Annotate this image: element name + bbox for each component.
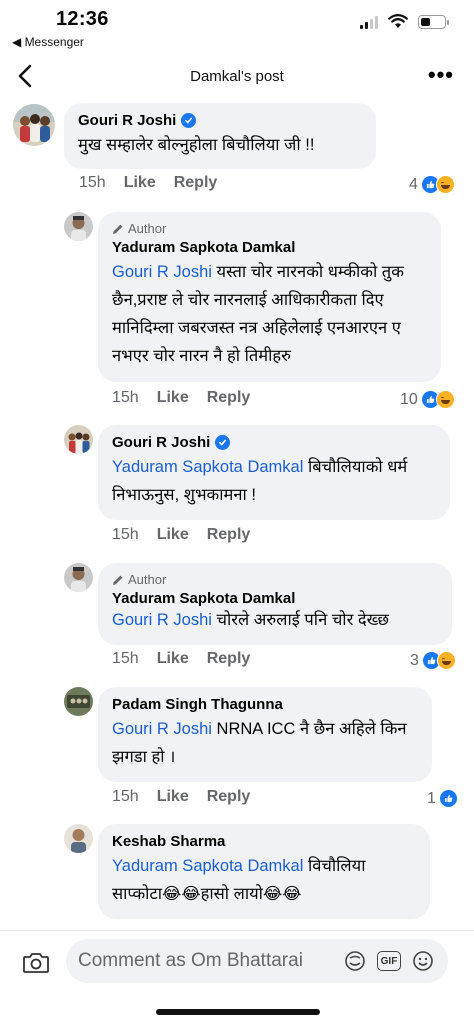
back-to-messenger-link[interactable]: ◀ Messenger <box>12 35 84 49</box>
haha-reaction-icon <box>435 175 455 194</box>
commenter-name: Gouri R Joshi <box>112 434 436 451</box>
avatar[interactable] <box>13 104 55 146</box>
comment-bubble: Gouri R Joshi मुख सम्हालेर बोल्नुहोला बि… <box>64 103 376 169</box>
camera-icon[interactable] <box>22 949 50 975</box>
commenter-name-text: Yaduram Sapkota Damkal <box>112 239 296 256</box>
status-icons <box>360 14 449 29</box>
status-time: 12:36 <box>56 8 109 30</box>
comment-text: Yaduram Sapkota Damkal बिचौलियाको धर्म न… <box>112 453 436 509</box>
gif-label: GIF <box>377 951 401 971</box>
comment-text: Gouri R Joshi यस्ता चोर नारनको धम्कीको त… <box>112 258 427 370</box>
reply-button[interactable]: Reply <box>207 389 251 407</box>
commenter-name-text[interactable]: Gouri R Joshi <box>112 434 210 451</box>
mention-link[interactable]: Gouri R Joshi <box>112 611 212 629</box>
commenter-name[interactable]: Padam Singh Thagunna <box>112 696 418 713</box>
commenter-name[interactable]: Yaduram Sapkota Damkal <box>112 590 438 607</box>
verified-badge-icon <box>181 113 197 128</box>
gif-icon[interactable]: GIF <box>376 948 402 974</box>
commenter-name-text: Padam Singh Thagunna <box>112 696 283 713</box>
comment-actions: 15h Like Reply <box>112 389 250 407</box>
comment-time: 15h <box>79 174 106 191</box>
comment-input[interactable]: Comment as Om Bhattarai GIF <box>66 939 448 983</box>
reaction-summary[interactable]: 10 <box>400 390 455 409</box>
avatar-sticker-icon[interactable] <box>342 948 368 974</box>
like-button[interactable]: Like <box>157 526 189 544</box>
commenter-name-text[interactable]: Gouri R Joshi <box>78 112 176 129</box>
comment-time: 15h <box>112 389 139 406</box>
comment-bubble: Gouri R Joshi Yaduram Sapkota Damkal बिच… <box>98 425 450 520</box>
more-options-icon[interactable]: ••• <box>428 64 454 86</box>
like-button[interactable]: Like <box>157 389 189 407</box>
commenter-name-text: Yaduram Sapkota Damkal <box>112 590 296 607</box>
page-title: Damkal's post <box>190 68 284 85</box>
haha-reaction-icon <box>435 390 455 409</box>
comment-body: चोरले अरुलाई पनि चोर देख्छ <box>211 611 389 629</box>
comment-bubble: Author Yaduram Sapkota Damkal Gouri R Jo… <box>98 212 441 382</box>
comment-actions: 15h Like Reply <box>79 174 217 192</box>
avatar[interactable] <box>64 824 93 853</box>
comment-text: Gouri R Joshi चोरले अरुलाई पनि चोर देख्छ <box>112 609 438 631</box>
mention-link[interactable]: Gouri R Joshi <box>112 720 212 738</box>
mention-link[interactable]: Gouri R Joshi <box>112 263 212 281</box>
verified-badge-icon <box>215 435 231 450</box>
comment-actions: 15h Like Reply <box>112 650 250 668</box>
avatar[interactable] <box>64 687 93 716</box>
reaction-summary[interactable]: 1 <box>427 789 458 808</box>
comment-input-placeholder: Comment as Om Bhattarai <box>78 950 303 971</box>
pencil-icon <box>113 575 123 585</box>
commenter-name[interactable]: Yaduram Sapkota Damkal <box>112 239 427 256</box>
reaction-summary[interactable]: 4 <box>409 175 455 194</box>
commenter-name[interactable]: Keshab Sharma <box>112 833 416 850</box>
reaction-summary[interactable]: 3 <box>410 651 456 670</box>
reaction-count: 10 <box>400 390 418 408</box>
mention-link[interactable]: Yaduram Sapkota Damkal <box>112 458 303 476</box>
comment-text: Gouri R Joshi NRNA ICC नै छैन अहिले किन … <box>112 715 418 771</box>
like-button[interactable]: Like <box>124 174 156 192</box>
nav-bar: Damkal's post ••• <box>0 52 474 100</box>
reaction-count: 3 <box>410 651 419 669</box>
comment-actions: 15h Like Reply <box>112 788 250 806</box>
reply-button[interactable]: Reply <box>207 788 251 806</box>
cellular-signal-icon <box>360 15 378 29</box>
author-tag: Author <box>112 572 438 587</box>
comment-text: Yaduram Sapkota Damkal विचौलिया साप्कोटा… <box>112 852 416 908</box>
avatar[interactable] <box>64 425 93 454</box>
like-reaction-icon <box>438 789 458 808</box>
comment-bubble: Padam Singh Thagunna Gouri R Joshi NRNA … <box>98 687 432 782</box>
commenter-name: Gouri R Joshi <box>78 112 362 129</box>
reply-button[interactable]: Reply <box>207 650 251 668</box>
pencil-icon <box>113 224 123 234</box>
reply-button[interactable]: Reply <box>207 526 251 544</box>
reply-button[interactable]: Reply <box>174 174 218 192</box>
author-tag-label: Author <box>128 221 167 236</box>
comment-time: 15h <box>112 650 139 667</box>
avatar[interactable] <box>64 212 93 241</box>
comment-bubble: Author Yaduram Sapkota Damkal Gouri R Jo… <box>98 563 452 645</box>
battery-icon <box>418 14 449 29</box>
comment-actions: 15h Like Reply <box>112 526 250 544</box>
status-bar: 12:36 ◀ Messenger <box>0 0 474 50</box>
comment-text: मुख सम्हालेर बोल्नुहोला बिचौलिया जी !! <box>78 136 315 154</box>
author-tag: Author <box>112 221 427 236</box>
haha-reaction-icon <box>436 651 456 670</box>
home-indicator <box>156 1009 320 1015</box>
author-tag-label: Author <box>128 572 167 587</box>
mention-link[interactable]: Yaduram Sapkota Damkal <box>112 857 303 875</box>
comment-time: 15h <box>112 788 139 805</box>
wifi-icon <box>388 14 408 28</box>
comment-time: 15h <box>112 526 139 543</box>
reaction-count: 1 <box>427 789 436 807</box>
reaction-count: 4 <box>409 175 418 193</box>
like-button[interactable]: Like <box>157 788 189 806</box>
like-button[interactable]: Like <box>157 650 189 668</box>
avatar[interactable] <box>64 563 93 592</box>
emoji-icon[interactable] <box>410 948 436 974</box>
comment-bubble: Keshab Sharma Yaduram Sapkota Damkal विच… <box>98 824 430 919</box>
commenter-name-text: Keshab Sharma <box>112 833 226 850</box>
